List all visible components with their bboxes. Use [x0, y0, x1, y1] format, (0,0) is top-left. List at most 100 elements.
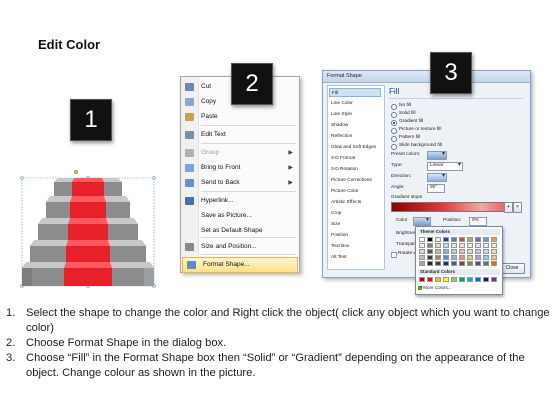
remove-stop-icon[interactable]: × [513, 202, 522, 213]
nav-item-reflection[interactable]: Reflection [331, 132, 352, 141]
theme-color-swatch[interactable] [467, 249, 473, 254]
theme-color-swatch[interactable] [419, 249, 425, 254]
theme-color-swatch[interactable] [459, 261, 465, 266]
theme-color-swatch[interactable] [419, 243, 425, 248]
nav-item-line-style[interactable]: Line Style [331, 110, 352, 119]
nav-item-text-box[interactable]: Text Box [331, 242, 349, 251]
menu-item-bring-to-front[interactable]: Bring to Front ▶ [181, 161, 299, 175]
menu-item-save-as-picture[interactable]: Save as Picture... [181, 209, 299, 223]
nav-item-shadow[interactable]: Shadow [331, 121, 348, 130]
theme-color-swatch[interactable] [491, 243, 497, 248]
nav-item-position[interactable]: Position [331, 231, 348, 240]
nav-item-line-color[interactable]: Line Color [331, 99, 353, 108]
theme-color-swatch[interactable] [475, 255, 481, 260]
theme-color-swatch[interactable] [435, 249, 441, 254]
preset-colors-button[interactable] [427, 150, 447, 160]
theme-color-swatch[interactable] [483, 237, 489, 242]
theme-color-swatch[interactable] [419, 261, 425, 266]
theme-color-swatch[interactable] [483, 243, 489, 248]
nav-item-artistic-effects[interactable]: Artistic Effects [331, 198, 361, 207]
theme-color-swatch[interactable] [491, 249, 497, 254]
theme-color-swatch[interactable] [475, 237, 481, 242]
standard-color-swatch[interactable] [483, 277, 489, 282]
standard-color-swatch[interactable] [443, 277, 449, 282]
theme-color-swatch[interactable] [443, 255, 449, 260]
theme-color-swatch[interactable] [467, 255, 473, 260]
menu-item-size-and-position[interactable]: Size and Position... [181, 240, 299, 254]
standard-color-swatch[interactable] [459, 277, 465, 282]
theme-color-swatch[interactable] [427, 255, 433, 260]
menu-item-edit-text[interactable]: Edit Text [181, 128, 299, 142]
theme-color-swatch[interactable] [459, 243, 465, 248]
theme-color-swatch[interactable] [451, 237, 457, 242]
theme-color-swatch[interactable] [475, 261, 481, 266]
theme-color-swatch[interactable] [483, 249, 489, 254]
nav-item-size[interactable]: Size [331, 220, 340, 229]
standard-color-swatch[interactable] [475, 277, 481, 282]
theme-color-swatch[interactable] [475, 243, 481, 248]
standard-color-swatch[interactable] [419, 277, 425, 282]
standard-color-swatch[interactable] [467, 277, 473, 282]
nav-item-alt-text[interactable]: Alt Text [331, 253, 347, 262]
nav-item-picture-corrections[interactable]: Picture Corrections [331, 176, 372, 185]
radio-gradient-fill[interactable]: Gradient fill [391, 118, 521, 126]
theme-color-swatch[interactable] [483, 261, 489, 266]
nav-item-picture-color[interactable]: Picture Color [331, 187, 359, 196]
nav-item-fill[interactable]: Fill [329, 88, 381, 97]
radio-no-fill[interactable]: No fill [391, 102, 521, 110]
standard-color-swatch[interactable] [427, 277, 433, 282]
theme-color-swatch[interactable] [443, 237, 449, 242]
theme-color-swatch[interactable] [427, 249, 433, 254]
theme-color-swatch[interactable] [435, 243, 441, 248]
standard-color-swatch[interactable] [451, 277, 457, 282]
menu-item-group[interactable]: Group ▶ [181, 146, 299, 160]
theme-color-swatch[interactable] [459, 237, 465, 242]
theme-color-swatch[interactable] [467, 261, 473, 266]
type-select[interactable]: Linear [427, 161, 463, 171]
add-stop-icon[interactable]: + [504, 202, 513, 213]
theme-color-swatch[interactable] [467, 243, 473, 248]
theme-color-swatch[interactable] [459, 255, 465, 260]
standard-color-swatch[interactable] [435, 277, 441, 282]
theme-color-swatch[interactable] [483, 255, 489, 260]
nav-item-3-d-format[interactable]: 3-D Format [331, 154, 355, 163]
theme-color-swatch[interactable] [443, 249, 449, 254]
theme-color-swatch[interactable] [435, 255, 441, 260]
theme-color-swatch[interactable] [443, 261, 449, 266]
theme-color-swatch[interactable] [427, 237, 433, 242]
menu-item-format-shape[interactable]: Format Shape... [182, 257, 298, 273]
theme-color-swatch[interactable] [491, 261, 497, 266]
menu-item-hyperlink[interactable]: Hyperlink... [181, 194, 299, 208]
theme-color-swatch[interactable] [427, 261, 433, 266]
dialog-titlebar[interactable]: Format Shape [323, 71, 530, 83]
dialog-nav-list[interactable]: Fill Line Color Line Style Shadow Reflection… [327, 85, 385, 270]
theme-color-swatch[interactable] [419, 255, 425, 260]
theme-color-swatch[interactable] [475, 249, 481, 254]
standard-color-swatch[interactable] [491, 277, 497, 282]
nav-item-glow-and-soft-edges[interactable]: Glow and Soft Edges [331, 143, 376, 152]
color-picker-button[interactable] [413, 216, 431, 226]
radio-pattern-fill[interactable]: Pattern fill [391, 134, 521, 142]
radio-picture-or-texture-fill[interactable]: Picture or texture fill [391, 126, 521, 134]
theme-color-swatch[interactable] [451, 243, 457, 248]
rotate-checkbox[interactable] [391, 252, 397, 258]
menu-item-set-as-default-shape[interactable]: Set as Default Shape [181, 224, 299, 238]
nav-item-3-d-rotation[interactable]: 3-D Rotation [331, 165, 358, 174]
gradient-stops-bar[interactable] [391, 202, 521, 212]
color-palette-popup[interactable]: Theme Colors Standard Colors More Colors… [415, 226, 503, 295]
theme-color-swatch[interactable] [435, 261, 441, 266]
theme-color-swatch[interactable] [419, 237, 425, 242]
theme-color-swatch[interactable] [467, 237, 473, 242]
theme-color-swatch[interactable] [443, 243, 449, 248]
theme-color-swatch[interactable] [435, 237, 441, 242]
angle-input[interactable]: 90° [427, 184, 445, 193]
theme-color-swatch[interactable] [451, 261, 457, 266]
theme-color-swatch[interactable] [491, 237, 497, 242]
radio-solid-fill[interactable]: Solid fill [391, 110, 521, 118]
menu-item-paste[interactable]: Paste [181, 110, 299, 124]
context-menu[interactable]: Cut Copy Paste Edit Text Group ▶ Bring to Fron… [180, 76, 300, 273]
more-colors-link[interactable]: More Colors... [418, 285, 452, 290]
stairs-shape[interactable] [18, 170, 158, 295]
theme-color-swatch[interactable] [427, 243, 433, 248]
theme-color-swatch[interactable] [451, 255, 457, 260]
